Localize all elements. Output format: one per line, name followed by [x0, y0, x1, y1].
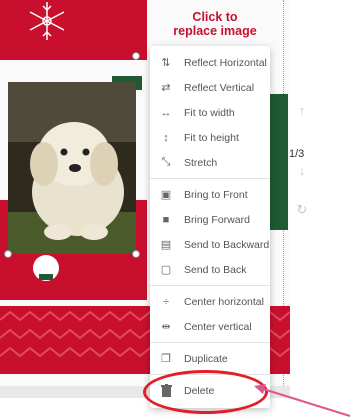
bring-forward-icon: ■ — [162, 213, 170, 226]
menu-divider — [150, 342, 270, 343]
hint-line-2: replace image — [173, 24, 257, 38]
bring-front-icon: ▣ — [160, 189, 172, 201]
menu-item-label: Center vertical — [184, 320, 252, 333]
hint-line-1: Click to — [192, 10, 238, 24]
menu-divider — [150, 285, 270, 286]
duplicate-icon: ❐ — [161, 353, 171, 365]
menu-item-label: Send to Backward — [184, 238, 270, 251]
menu-item-label: Reflect Horizontal — [184, 56, 267, 69]
menu-item-center-horizontal[interactable]: ÷ Center horizontal — [150, 289, 270, 314]
menu-item-duplicate[interactable]: ❐ Duplicate — [150, 346, 270, 371]
page-controls: ↑ ↓ ↻ — [292, 100, 314, 240]
menu-item-label: Reflect Vertical — [184, 81, 255, 94]
resize-handle[interactable] — [132, 250, 140, 258]
menu-item-center-vertical[interactable]: ⇹ Center vertical — [150, 314, 270, 339]
menu-item-label: Send to Back — [184, 263, 247, 276]
menu-item-label: Duplicate — [184, 352, 228, 365]
send-back-icon: ▢ — [160, 264, 172, 276]
page-indicator: 1/3 — [289, 148, 305, 160]
stretch-icon: ⤡ — [161, 156, 171, 168]
resize-handle[interactable] — [4, 250, 12, 258]
fit-width-icon: ↔ — [160, 106, 172, 119]
puppy-image — [8, 82, 136, 254]
menu-item-send-to-back[interactable]: ▢ Send to Back — [150, 257, 270, 282]
refresh-button[interactable]: ↻ — [292, 200, 312, 220]
page-up-button[interactable]: ↑ — [292, 100, 312, 120]
menu-item-label: Fit to width — [184, 106, 235, 119]
menu-item-send-backward[interactable]: ▤ Send to Backward — [150, 232, 270, 257]
menu-item-label: Fit to height — [184, 131, 239, 144]
menu-item-bring-to-front[interactable]: ▣ Bring to Front — [150, 182, 270, 207]
menu-item-label: Bring Forward — [184, 213, 250, 226]
menu-item-reflect-vertical[interactable]: ⇄ Reflect Vertical — [150, 75, 270, 100]
page-down-button[interactable]: ↓ — [292, 160, 312, 180]
red-banner-top — [0, 0, 147, 60]
menu-item-bring-forward[interactable]: ■ Bring Forward — [150, 207, 270, 232]
replace-image-hint[interactable]: Click to replace image — [150, 10, 280, 38]
context-menu: ⇅ Reflect Horizontal ⇄ Reflect Vertical … — [150, 46, 270, 408]
reflect-vertical-icon: ⇄ — [161, 82, 171, 94]
snowflake-icon — [29, 2, 65, 40]
reflect-horizontal-icon: ⇅ — [161, 57, 171, 69]
send-backward-icon: ▤ — [160, 239, 172, 251]
menu-item-fit-height[interactable]: ↕ Fit to height — [150, 125, 270, 150]
menu-item-reflect-horizontal[interactable]: ⇅ Reflect Horizontal — [150, 50, 270, 75]
menu-divider — [150, 178, 270, 179]
menu-item-stretch[interactable]: ⤡ Stretch — [150, 150, 270, 175]
puppy-photo[interactable] — [8, 82, 136, 254]
pointer-arrow-icon — [254, 384, 351, 417]
center-vertical-icon: ⇹ — [161, 321, 171, 333]
menu-item-label: Bring to Front — [184, 188, 248, 201]
resize-handle[interactable] — [132, 52, 140, 60]
green-strip — [270, 94, 288, 230]
menu-item-fit-width[interactable]: ↔ Fit to width — [150, 100, 270, 125]
menu-item-label: Stretch — [184, 156, 218, 169]
fit-height-icon: ↕ — [163, 131, 169, 144]
menu-item-label: Center horizontal — [184, 295, 264, 308]
center-horizontal-icon: ÷ — [162, 295, 170, 308]
